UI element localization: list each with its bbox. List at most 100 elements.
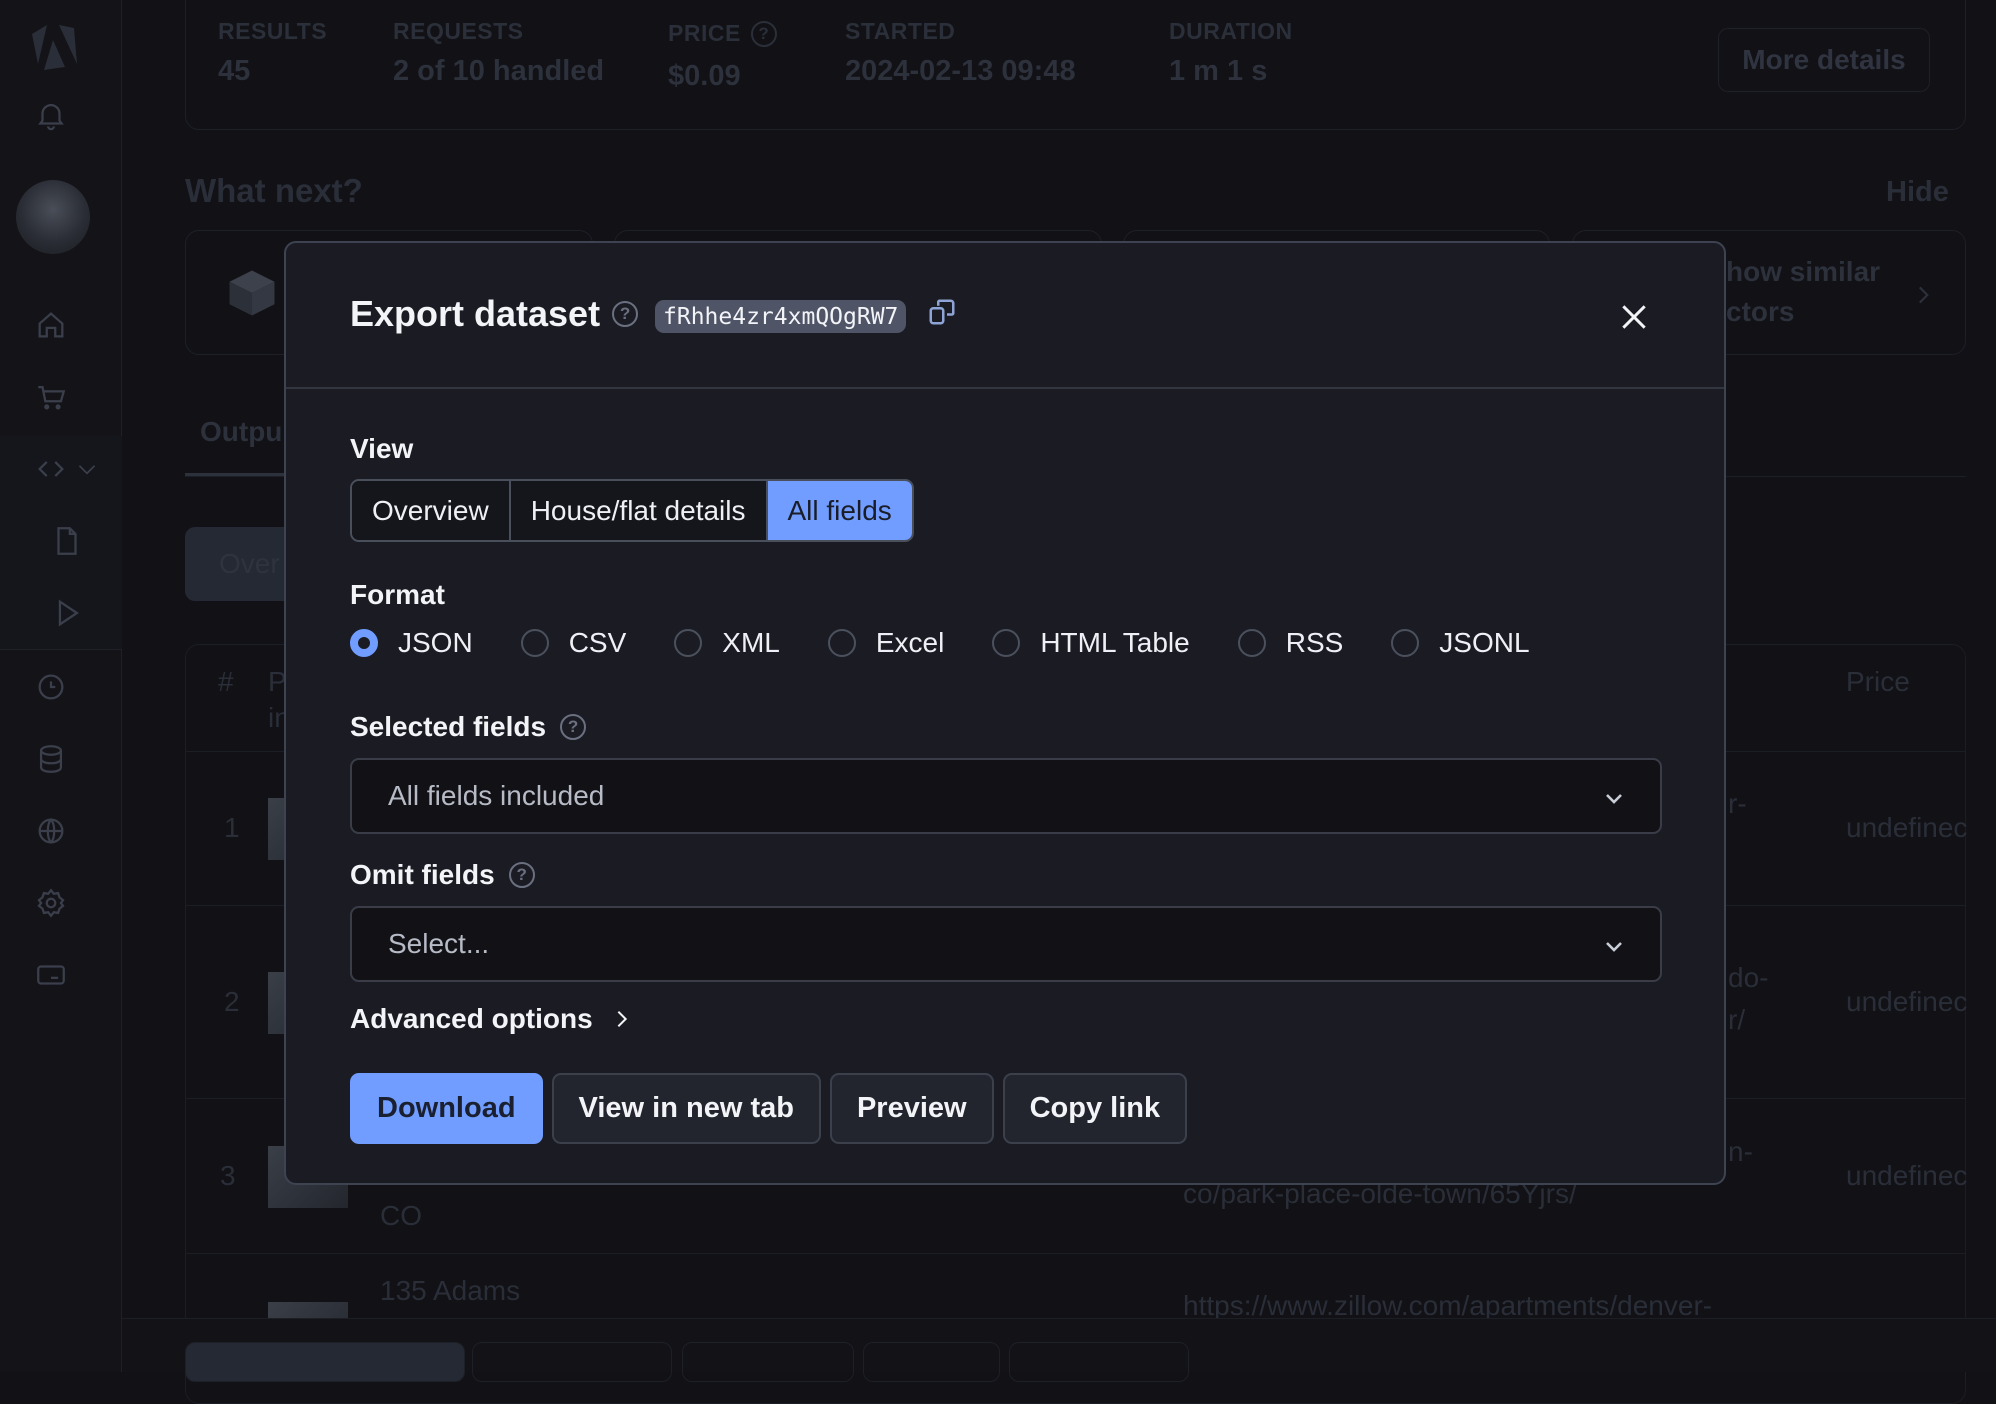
divider xyxy=(185,1253,1966,1254)
view-toggle-group: Overview House/flat details All fields xyxy=(350,479,914,542)
bottom-action-button[interactable] xyxy=(472,1342,672,1382)
format-radio-rss[interactable]: RSS xyxy=(1237,627,1344,659)
cube-icon xyxy=(229,270,275,316)
bottom-action-button[interactable] xyxy=(682,1342,854,1382)
row-price: undefinec xyxy=(1846,1160,1968,1191)
bell-icon[interactable] xyxy=(32,96,70,134)
view-in-new-tab-button[interactable]: View in new tab xyxy=(551,1073,821,1144)
chevron-down-icon xyxy=(1606,794,1622,804)
started-label: STARTED xyxy=(845,18,956,44)
card-text: how similar xyxy=(1726,256,1881,287)
radio-indicator[interactable] xyxy=(350,629,378,657)
modal-title: Export dataset xyxy=(350,293,601,334)
preview-button[interactable]: Preview xyxy=(829,1073,994,1144)
radio-indicator[interactable] xyxy=(520,629,549,657)
code-icon[interactable] xyxy=(32,450,70,488)
omit-fields-select[interactable]: Select... xyxy=(350,906,1662,982)
tab-output[interactable]: Outpu xyxy=(200,416,282,448)
row-url[interactable]: r/ xyxy=(1728,1004,1745,1036)
results-label: RESULTS xyxy=(218,18,328,44)
format-radio-json[interactable]: JSON xyxy=(350,627,473,659)
row-index: 2 xyxy=(224,986,240,1017)
radio-label: HTML Table xyxy=(1040,627,1190,658)
advanced-options-toggle[interactable]: Advanced options xyxy=(350,1003,633,1035)
format-radio-group: JSON CSV XML Excel HTML Table RSS JSONL xyxy=(350,627,1578,659)
started-value: 2024-02-13 09:48 xyxy=(845,55,1076,87)
close-button[interactable] xyxy=(1614,297,1654,337)
omit-fields-label-wrap: Omit fields ? xyxy=(350,859,535,891)
radio-label: RSS xyxy=(1285,627,1344,658)
radio-indicator[interactable] xyxy=(1391,629,1420,657)
help-icon[interactable]: ? xyxy=(612,301,639,327)
format-radio-excel[interactable]: Excel xyxy=(827,627,944,659)
action-buttons: Download View in new tab Preview Copy li… xyxy=(350,1073,1188,1144)
row-url[interactable]: r- xyxy=(1728,788,1747,820)
hide-button[interactable]: Hide xyxy=(1886,176,1949,209)
format-radio-xml[interactable]: XML xyxy=(674,627,780,659)
row-address: CO xyxy=(380,1200,422,1231)
omit-fields-placeholder: Select... xyxy=(388,928,490,959)
view-option-house-flat-details[interactable]: House/flat details xyxy=(510,481,768,540)
results-value: 45 xyxy=(218,55,251,87)
chevron-right-icon xyxy=(1918,286,1929,304)
format-radio-csv[interactable]: CSV xyxy=(520,627,627,659)
row-price: undefinec xyxy=(1846,986,1968,1017)
format-radio-jsonl[interactable]: JSONL xyxy=(1391,627,1530,659)
radio-indicator[interactable] xyxy=(827,629,856,657)
row-url[interactable]: do- xyxy=(1728,962,1768,994)
advanced-options-label: Advanced options xyxy=(350,1003,593,1034)
bottom-action-button[interactable] xyxy=(863,1342,1000,1382)
view-option-all-fields[interactable]: All fields xyxy=(767,481,912,540)
chevron-down-icon xyxy=(1606,942,1622,952)
copy-icon[interactable] xyxy=(927,297,957,327)
radio-label: JSONL xyxy=(1439,627,1530,658)
radio-indicator[interactable] xyxy=(992,629,1021,657)
modal-title-wrap: Export dataset ? xyxy=(350,293,639,335)
row-index: 3 xyxy=(220,1160,236,1191)
requests-value: 2 of 10 handled xyxy=(393,55,605,87)
row-url[interactable]: n- xyxy=(1728,1136,1753,1168)
selected-fields-value: All fields included xyxy=(388,780,605,811)
radio-indicator[interactable] xyxy=(1237,629,1266,657)
more-details-button[interactable]: More details xyxy=(1718,28,1930,92)
format-radio-html-table[interactable]: HTML Table xyxy=(992,627,1190,659)
store-cart-icon[interactable] xyxy=(32,378,70,416)
omit-fields-label: Omit fields xyxy=(350,859,495,890)
bottom-action-button[interactable] xyxy=(185,1342,465,1382)
card-text: ctors xyxy=(1726,296,1795,327)
view-overview-button[interactable]: Over xyxy=(185,527,295,601)
globe-icon[interactable] xyxy=(32,812,70,850)
duration-label: DURATION xyxy=(1169,18,1293,44)
table-header-price: Price xyxy=(1846,666,1910,697)
dataset-id-badge: fRhhe4zr4xmQOgRW7 xyxy=(655,300,907,333)
requests-label: REQUESTS xyxy=(393,18,524,44)
radio-indicator[interactable] xyxy=(674,629,703,657)
download-button[interactable]: Download xyxy=(350,1073,543,1144)
home-icon[interactable] xyxy=(32,306,70,344)
clock-icon[interactable] xyxy=(32,668,70,706)
credit-card-icon[interactable] xyxy=(32,956,70,994)
price-label: PRICE xyxy=(668,20,741,46)
duration-value: 1 m 1 s xyxy=(1169,55,1268,87)
chevron-down-icon[interactable] xyxy=(72,450,102,488)
sidebar xyxy=(0,0,122,1372)
radio-label: CSV xyxy=(568,627,627,658)
bottom-action-button[interactable] xyxy=(1009,1342,1189,1382)
format-label: Format xyxy=(350,579,445,610)
apify-logo-icon[interactable] xyxy=(22,18,84,80)
play-icon[interactable] xyxy=(48,594,86,632)
file-icon[interactable] xyxy=(48,522,86,560)
radio-label: JSON xyxy=(398,627,473,658)
view-option-overview[interactable]: Overview xyxy=(352,481,511,540)
row-price: undefinec xyxy=(1846,812,1968,843)
price-label-wrap: PRICE ? xyxy=(668,20,777,47)
help-icon[interactable]: ? xyxy=(560,714,587,740)
selected-fields-select[interactable]: All fields included xyxy=(350,758,1662,834)
what-next-title: What next? xyxy=(185,172,363,209)
database-icon[interactable] xyxy=(32,740,70,778)
copy-link-button[interactable]: Copy link xyxy=(1002,1073,1188,1144)
avatar[interactable] xyxy=(16,180,90,254)
gear-icon[interactable] xyxy=(32,884,70,922)
help-icon[interactable]: ? xyxy=(508,862,535,888)
help-icon[interactable]: ? xyxy=(750,20,777,47)
